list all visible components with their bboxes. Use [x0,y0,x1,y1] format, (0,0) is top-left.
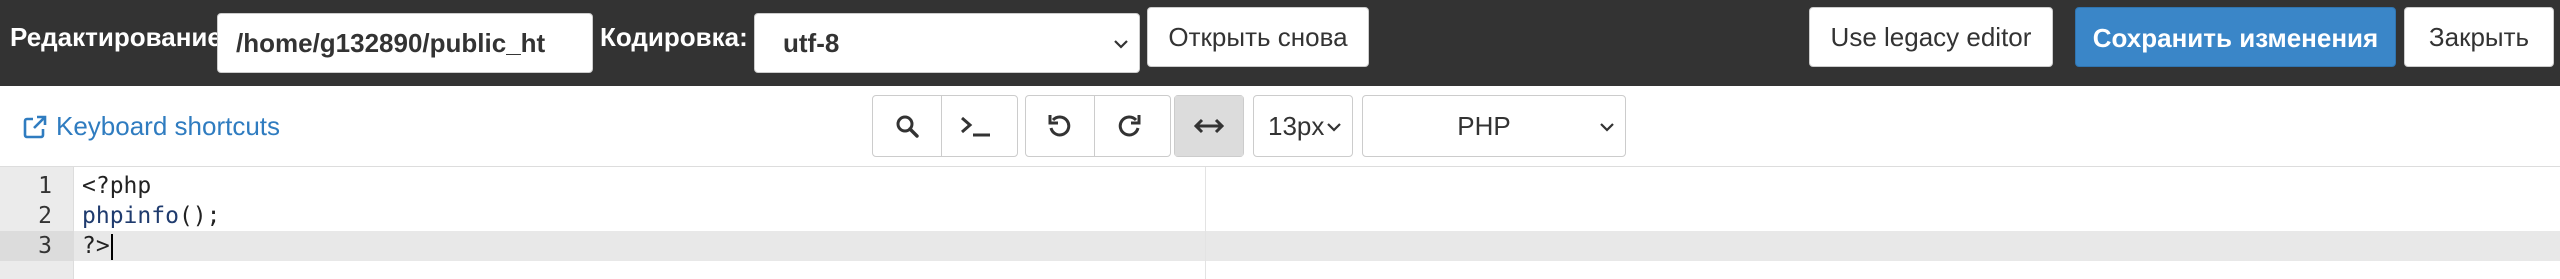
terminal-icon [960,116,990,137]
text-cursor [110,233,113,260]
line-number: 2 [38,203,52,229]
edit-label: Редактирование: [10,22,231,52]
search-button[interactable] [873,96,941,156]
external-link-icon [23,115,47,139]
reopen-button[interactable]: Открыть снова [1147,7,1369,67]
print-margin [1205,167,1206,279]
command-palette-button[interactable] [941,96,1009,156]
language-mode-value: PHP [1457,111,1511,141]
save-changes-button[interactable]: Сохранить изменения [2075,7,2396,67]
wrap-button-group [1174,95,1244,157]
keyboard-shortcuts-label: Keyboard shortcuts [56,111,281,141]
code-line: phpinfo(); [82,201,220,231]
editor-header-bar: Редактирование: /home/g132890/public_ht … [0,0,2560,86]
redo-icon [1118,115,1140,137]
search-button-group [872,95,1018,157]
chevron-down-icon [1600,123,1614,132]
chevron-down-icon [1327,123,1341,132]
legacy-editor-button[interactable]: Use legacy editor [1809,7,2053,67]
history-button-group [1025,95,1171,157]
redo-button[interactable] [1094,96,1162,156]
code-editor[interactable]: 1 2 3 <?php phpinfo(); ?> [0,166,2560,279]
punctuation-token: (); [178,203,221,229]
code-text: ?> [82,233,110,259]
language-mode-select[interactable]: PHP [1362,95,1626,157]
code-line: <?php [82,173,152,199]
word-wrap-toggle[interactable] [1175,96,1243,156]
close-button[interactable]: Закрыть [2404,7,2554,67]
search-icon [896,115,919,138]
font-size-value: 13px [1268,111,1325,141]
encoding-label: Кодировка: [600,22,748,52]
file-path-field[interactable]: /home/g132890/public_ht [217,13,593,73]
wrap-icon [1194,118,1224,134]
editor-toolbar: Keyboard shortcuts 13px PHP [0,86,2560,166]
function-token: phpinfo [82,203,179,229]
active-line-highlight [74,231,2560,261]
line-number: 3 [38,233,52,259]
code-line: ?> [82,231,113,261]
font-size-select[interactable]: 13px [1253,95,1353,157]
line-number: 1 [38,173,52,199]
undo-button[interactable] [1026,96,1094,156]
undo-icon [1048,115,1071,137]
chevron-down-icon [1114,40,1128,49]
line-number-gutter: 1 2 3 [0,167,74,279]
encoding-select[interactable]: utf-8 [754,13,1140,73]
encoding-value: utf-8 [783,28,840,58]
